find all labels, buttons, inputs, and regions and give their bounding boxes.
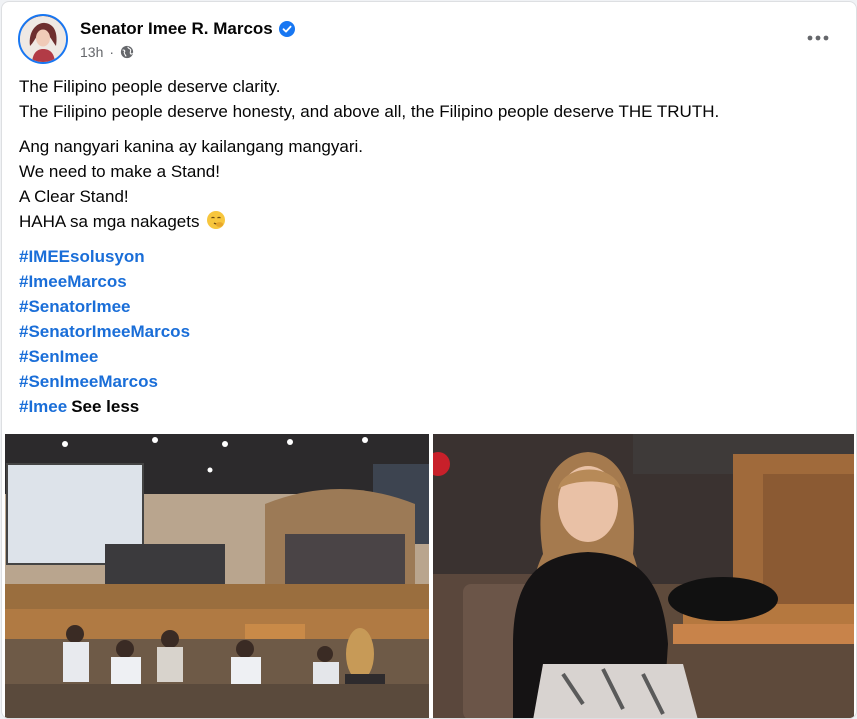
hashtag-link[interactable]: #SenImee (19, 344, 836, 369)
author-name[interactable]: Senator Imee R. Marcos (80, 19, 273, 39)
hashtag-link[interactable]: #ImeeMarcos (19, 269, 836, 294)
avatar[interactable] (18, 14, 68, 64)
text-line: We need to make a Stand! (19, 162, 220, 181)
hashtag-link[interactable]: #SenImeeMarcos (19, 369, 836, 394)
avatar-portrait (20, 16, 66, 62)
more-options-button[interactable] (800, 26, 836, 50)
more-options-icon (807, 35, 829, 41)
author-row: Senator Imee R. Marcos (80, 19, 295, 39)
photo-senator-seated[interactable] (433, 434, 854, 718)
post-timestamp[interactable]: 13h (80, 44, 103, 60)
text-line: The Filipino people deserve clarity. (19, 77, 281, 96)
text-line-with-emoji: HAHA sa mga nakagets (19, 209, 836, 234)
see-less-button[interactable]: See less (71, 397, 139, 416)
last-hashtag-line: #Imee See less (19, 394, 836, 419)
post-meta: 13h · (80, 44, 134, 60)
hashtag-list: #IMEEsolusyon #ImeeMarcos #SenatorImee #… (19, 244, 836, 419)
hashtag-link[interactable]: #SenatorImee (19, 294, 836, 319)
post-text: The Filipino people deserve clarity. The… (19, 74, 836, 419)
text-line: A Clear Stand! (19, 187, 129, 206)
text-line: The Filipino people deserve honesty, and… (19, 102, 720, 121)
paragraph-2: Ang nangyari kanina ay kailangang mangya… (19, 134, 836, 234)
senate-hall-image (5, 434, 429, 718)
globe-icon[interactable] (120, 45, 134, 59)
meta-separator: · (109, 44, 115, 60)
hashtag-link[interactable]: #IMEEsolusyon (19, 244, 836, 269)
hashtag-link[interactable]: #SenatorImeeMarcos (19, 319, 836, 344)
photo-grid (5, 434, 854, 718)
post-header: Senator Imee R. Marcos 13h · (18, 14, 840, 64)
photo-senate-hall[interactable] (5, 434, 429, 718)
face-with-hand-over-mouth-emoji (207, 211, 226, 229)
text-line: HAHA sa mga nakagets (19, 212, 200, 231)
post-card: Senator Imee R. Marcos 13h · The Filipin (1, 1, 857, 719)
hashtag-link[interactable]: #Imee (19, 397, 67, 416)
senator-seated-image (433, 434, 854, 718)
text-line: Ang nangyari kanina ay kailangang mangya… (19, 137, 364, 156)
paragraph-1: The Filipino people deserve clarity. The… (19, 74, 836, 124)
verified-badge-icon (278, 21, 295, 37)
